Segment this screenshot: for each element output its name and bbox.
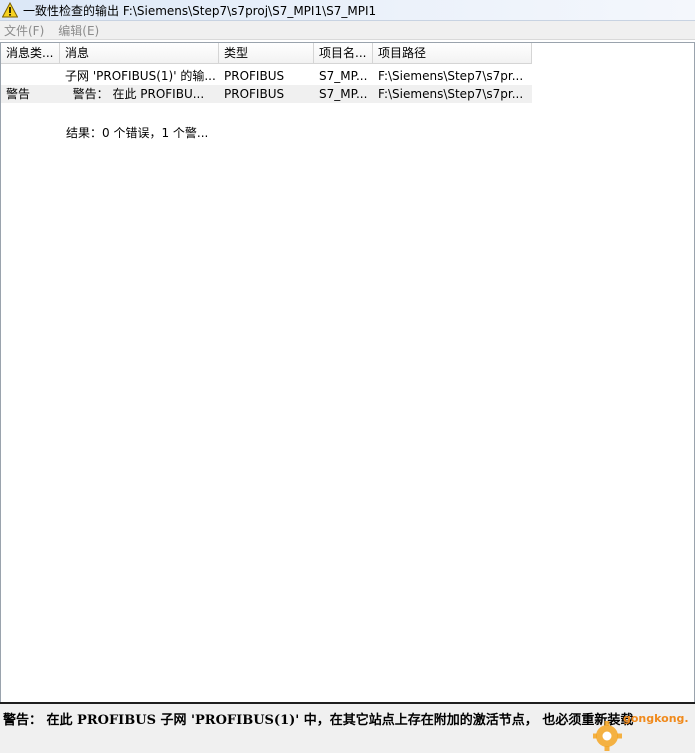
cell-category bbox=[1, 67, 60, 85]
status-bar: 警告： 在此 PROFIBUS 子网 'PROFIBUS(1)' 中，在其它站点… bbox=[0, 702, 695, 753]
window-title: 一致性检查的输出 F:\Siemens\Step7\s7proj\S7_MPI1… bbox=[23, 3, 377, 18]
gear-logo-icon: gongkong.com bbox=[593, 712, 689, 751]
title-bar: 一致性检查的输出 F:\Siemens\Step7\s7proj\S7_MPI1… bbox=[0, 0, 695, 21]
list-rows: 子网 'PROFIBUS(1)' 的输... PROFIBUS S7_MP...… bbox=[1, 67, 532, 103]
result-summary: 结果：0 个错误，1 个警... bbox=[66, 126, 209, 140]
status-message: 警告： 在此 PROFIBUS 子网 'PROFIBUS(1)' 中，在其它站点… bbox=[3, 713, 634, 728]
menu-bar: 文件(F) 编辑(E) bbox=[0, 21, 695, 40]
message-list[interactable]: 消息类... 消息 类型 项目名... 项目路径 子网 'PROFIBUS(1)… bbox=[0, 42, 695, 702]
column-header-project-name[interactable]: 项目名... bbox=[314, 43, 373, 64]
column-header-project-path[interactable]: 项目路径 bbox=[373, 43, 532, 64]
column-header-category[interactable]: 消息类... bbox=[1, 43, 60, 64]
warning-icon bbox=[2, 2, 18, 18]
menu-file[interactable]: 文件(F) bbox=[4, 22, 44, 39]
cell-project-name: S7_MP... bbox=[319, 69, 368, 83]
cell-project-name: S7_MP... bbox=[319, 87, 368, 101]
list-header: 消息类... 消息 类型 项目名... 项目路径 bbox=[1, 43, 532, 64]
cell-message: 子网 'PROFIBUS(1)' 的输... bbox=[65, 69, 216, 83]
cell-message: 警告： 在此 PROFIBU... bbox=[65, 87, 205, 101]
cell-type: PROFIBUS bbox=[224, 87, 285, 101]
cell-project-path: F:\Siemens\Step7\s7pr... bbox=[378, 87, 524, 101]
table-row[interactable]: 子网 'PROFIBUS(1)' 的输... PROFIBUS S7_MP...… bbox=[1, 67, 532, 85]
menu-edit[interactable]: 编辑(E) bbox=[58, 22, 99, 39]
column-header-message[interactable]: 消息 bbox=[60, 43, 219, 64]
cell-type: PROFIBUS bbox=[224, 69, 285, 83]
column-header-type[interactable]: 类型 bbox=[219, 43, 314, 64]
cell-category: 警告 bbox=[6, 87, 31, 101]
table-row[interactable]: 警告 警告： 在此 PROFIBU... PROFIBUS S7_MP... F… bbox=[1, 85, 532, 103]
watermark-text: gongkong.com bbox=[623, 712, 689, 725]
cell-project-path: F:\Siemens\Step7\s7pr... bbox=[378, 69, 524, 83]
